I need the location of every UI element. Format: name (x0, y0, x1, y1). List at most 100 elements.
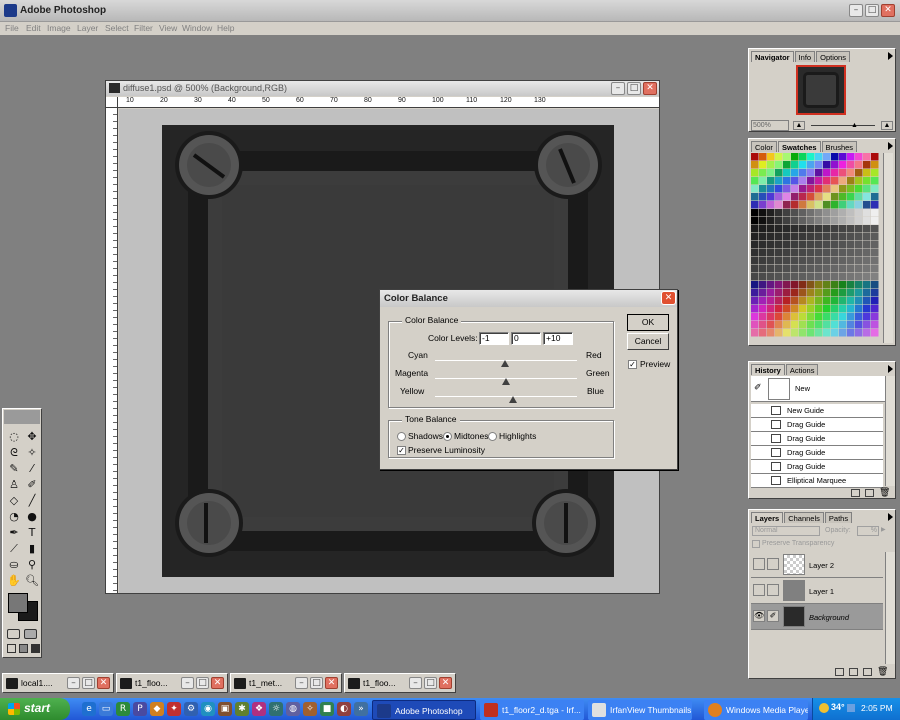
color-swatch[interactable] (759, 225, 767, 233)
app-icon[interactable]: ✦ (167, 702, 181, 716)
color-swatch[interactable] (751, 209, 759, 217)
color-swatch[interactable] (871, 281, 879, 289)
color-swatch[interactable] (839, 217, 847, 225)
ie-icon[interactable]: e (82, 702, 96, 716)
document-maximize-button[interactable]: □ (627, 82, 641, 95)
color-swatch[interactable] (871, 265, 879, 273)
marquee-tool-icon[interactable]: ◌ (6, 429, 22, 444)
desktop-icon[interactable]: ▭ (99, 702, 113, 716)
color-swatch[interactable] (863, 185, 871, 193)
color-swatch[interactable] (775, 265, 783, 273)
color-swatch[interactable] (759, 289, 767, 297)
layer-mask-icon[interactable] (835, 668, 844, 676)
tray-icon[interactable] (847, 704, 855, 712)
layer-row[interactable]: Layer 1 (751, 578, 883, 604)
color-swatch[interactable] (823, 265, 831, 273)
color-swatch[interactable] (767, 321, 775, 329)
color-swatch[interactable] (871, 313, 879, 321)
visibility-slot[interactable] (753, 584, 765, 596)
restore-button[interactable]: – (67, 677, 80, 689)
color-swatch[interactable] (855, 169, 863, 177)
color-swatch[interactable] (823, 153, 831, 161)
color-swatch[interactable] (759, 273, 767, 281)
color-swatch[interactable] (863, 177, 871, 185)
color-swatch[interactable] (815, 249, 823, 257)
color-swatch[interactable] (839, 265, 847, 273)
color-swatch[interactable] (871, 305, 879, 313)
color-swatch[interactable] (855, 289, 863, 297)
color-swatch[interactable] (783, 321, 791, 329)
color-swatch[interactable] (751, 153, 759, 161)
screen-mode-standard-icon[interactable] (7, 644, 16, 653)
color-swatch[interactable] (767, 225, 775, 233)
color-swatch[interactable] (815, 201, 823, 209)
color-swatch[interactable] (839, 321, 847, 329)
color-swatch[interactable] (831, 241, 839, 249)
app-icon[interactable]: ◉ (201, 702, 215, 716)
color-swatch[interactable] (815, 225, 823, 233)
color-swatch[interactable] (767, 193, 775, 201)
color-swatch[interactable] (791, 233, 799, 241)
color-swatch[interactable] (799, 153, 807, 161)
color-swatch[interactable] (791, 265, 799, 273)
color-swatch[interactable] (839, 249, 847, 257)
color-swatch[interactable] (791, 225, 799, 233)
color-swatch[interactable] (855, 225, 863, 233)
color-swatch[interactable] (831, 329, 839, 337)
link-slot[interactable] (767, 558, 779, 570)
color-swatch[interactable] (799, 305, 807, 313)
color-swatch[interactable] (783, 249, 791, 257)
color-swatch[interactable] (871, 153, 879, 161)
color-swatch[interactable] (855, 217, 863, 225)
color-swatch[interactable] (831, 313, 839, 321)
color-swatch[interactable] (839, 209, 847, 217)
swatches-scrollbar[interactable] (883, 153, 893, 343)
color-swatch[interactable] (847, 161, 855, 169)
color-swatch[interactable] (767, 249, 775, 257)
yellow-blue-level-field[interactable]: +10 (543, 332, 573, 345)
color-swatch[interactable] (751, 281, 759, 289)
color-swatch[interactable] (839, 289, 847, 297)
color-swatch[interactable] (791, 201, 799, 209)
color-swatch[interactable] (791, 297, 799, 305)
link-slot[interactable] (767, 584, 779, 596)
layers-scrollbar[interactable] (885, 552, 895, 664)
delete-layer-icon[interactable]: 🗑︎ (877, 667, 888, 677)
color-swatch[interactable] (759, 257, 767, 265)
color-swatch[interactable] (855, 209, 863, 217)
color-swatch[interactable] (815, 297, 823, 305)
tab-swatches[interactable]: Swatches (777, 141, 821, 152)
color-swatch[interactable] (799, 313, 807, 321)
color-swatch[interactable] (759, 217, 767, 225)
color-swatch[interactable] (767, 153, 775, 161)
color-swatch[interactable] (791, 289, 799, 297)
color-swatch[interactable] (855, 265, 863, 273)
zoom-field[interactable]: 500% (751, 120, 789, 131)
blur-tool-icon[interactable]: ◔ (6, 509, 22, 524)
color-swatch[interactable] (775, 201, 783, 209)
color-swatch[interactable] (871, 217, 879, 225)
color-swatch[interactable] (815, 217, 823, 225)
color-swatch[interactable] (807, 193, 815, 201)
lasso-tool-icon[interactable]: ᘓ (6, 445, 22, 460)
color-swatch[interactable] (847, 273, 855, 281)
cyan-red-slider-thumb[interactable] (501, 360, 510, 367)
color-swatch[interactable] (807, 209, 815, 217)
history-item[interactable]: Drag Guide (751, 446, 883, 460)
color-swatch[interactable] (791, 257, 799, 265)
color-swatch[interactable] (847, 329, 855, 337)
tab-color[interactable]: Color (751, 141, 777, 152)
color-swatch[interactable] (807, 225, 815, 233)
color-swatch[interactable] (831, 177, 839, 185)
color-swatch[interactable] (863, 297, 871, 305)
color-swatch[interactable] (847, 217, 855, 225)
color-swatch[interactable] (847, 177, 855, 185)
color-swatch[interactable] (871, 169, 879, 177)
color-swatch[interactable] (791, 193, 799, 201)
color-swatch[interactable] (815, 265, 823, 273)
color-swatch[interactable] (767, 241, 775, 249)
color-swatch[interactable] (799, 209, 807, 217)
color-swatch[interactable] (783, 329, 791, 337)
color-swatch[interactable] (751, 289, 759, 297)
menu-view[interactable]: View (159, 23, 177, 33)
